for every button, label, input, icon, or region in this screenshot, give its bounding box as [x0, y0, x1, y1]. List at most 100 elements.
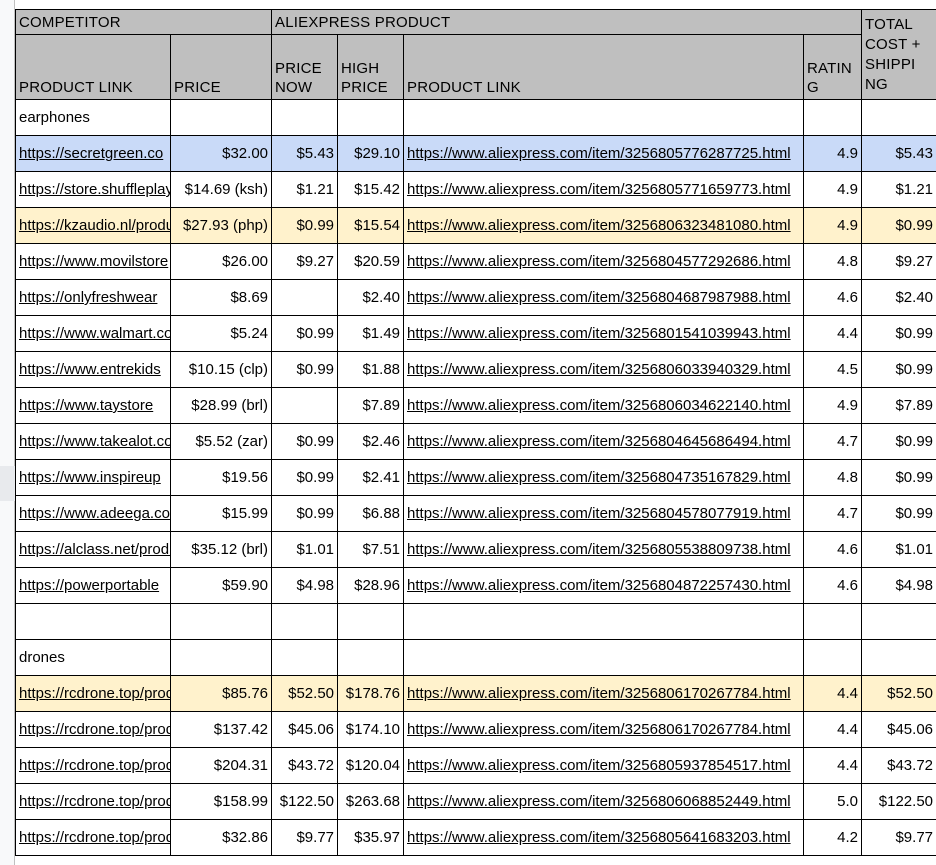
rating-cell[interactable]: 4.6	[803, 567, 863, 604]
rating-cell[interactable]: 4.9	[803, 171, 863, 208]
total-cost-cell[interactable]: $2.40	[861, 279, 936, 316]
rating-cell[interactable]: 4.6	[803, 531, 863, 568]
total-cost-cell[interactable]: $9.77	[861, 819, 936, 856]
total-cost-cell[interactable]: $5.43	[861, 135, 936, 172]
aliexpress-link-cell[interactable]: https://www.aliexpress.com/item/32568046…	[403, 423, 805, 460]
competitor-link-cell[interactable]: https://rcdrone.top/products	[15, 783, 171, 820]
aliexpress-link-cell[interactable]: https://www.aliexpress.com/item/32568061…	[403, 675, 805, 712]
section-label-drones[interactable]: drones	[15, 639, 171, 676]
price-now-cell[interactable]: $0.99	[271, 423, 339, 460]
high-price-cell[interactable]: $15.42	[337, 171, 405, 208]
price-now-cell[interactable]: $1.21	[271, 171, 339, 208]
aliexpress-link-cell[interactable]: https://www.aliexpress.com/item/32568048…	[403, 567, 805, 604]
competitor-link-cell[interactable]: https://rcdrone.top/products	[15, 747, 171, 784]
competitor-price-cell[interactable]: $8.69	[169, 279, 273, 316]
aliexpress-link-cell[interactable]: https://www.aliexpress.com/item/32568015…	[403, 315, 805, 352]
price-now-cell[interactable]: $5.43	[271, 135, 339, 172]
aliexpress-link-cell[interactable]: https://www.aliexpress.com/item/32568059…	[403, 747, 805, 784]
price-now-cell[interactable]	[271, 387, 339, 424]
competitor-link-header[interactable]: PRODUCT LINK	[15, 34, 171, 100]
total-cost-cell[interactable]: $1.21	[861, 171, 936, 208]
competitor-price-cell[interactable]: $26.00	[169, 243, 273, 280]
competitor-link-cell[interactable]: https://www.taystore	[15, 387, 171, 424]
high-price-cell[interactable]: $1.88	[337, 351, 405, 388]
empty-cell[interactable]	[169, 99, 273, 136]
high-price-cell[interactable]: $2.41	[337, 459, 405, 496]
price-now-cell[interactable]: $9.77	[271, 819, 339, 856]
rating-cell[interactable]: 4.8	[803, 243, 863, 280]
competitor-price-cell[interactable]: $14.69 (ksh)	[169, 171, 273, 208]
competitor-price-cell[interactable]: $27.93 (php)	[169, 207, 273, 244]
empty-cell[interactable]	[403, 99, 805, 136]
competitor-price-cell[interactable]: $32.86	[169, 819, 273, 856]
empty-cell[interactable]	[337, 99, 405, 136]
total-cost-cell[interactable]: $0.99	[861, 459, 936, 496]
competitor-link-cell[interactable]: https://www.entrekids	[15, 351, 171, 388]
competitor-price-cell[interactable]: $137.42	[169, 711, 273, 748]
empty-cell[interactable]	[337, 639, 405, 676]
high-price-header[interactable]: HIGH PRICE	[337, 34, 405, 100]
price-now-cell[interactable]: $1.01	[271, 531, 339, 568]
rating-cell[interactable]: 4.5	[803, 351, 863, 388]
total-cost-cell[interactable]: $4.98	[861, 567, 936, 604]
rating-cell[interactable]: 4.4	[803, 315, 863, 352]
rating-cell[interactable]: 4.9	[803, 387, 863, 424]
competitor-price-header[interactable]: PRICE	[169, 34, 273, 100]
total-cost-cell[interactable]: $52.50	[861, 675, 936, 712]
high-price-cell[interactable]: $28.96	[337, 567, 405, 604]
price-now-cell[interactable]: $122.50	[271, 783, 339, 820]
competitor-link-cell[interactable]: https://rcdrone.top/products	[15, 675, 171, 712]
aliexpress-link-cell[interactable]: https://www.aliexpress.com/item/32568057…	[403, 135, 805, 172]
competitor-price-cell[interactable]: $85.76	[169, 675, 273, 712]
rating-cell[interactable]: 4.4	[803, 675, 863, 712]
high-price-cell[interactable]: $2.40	[337, 279, 405, 316]
competitor-link-cell[interactable]: https://rcdrone.top/products	[15, 711, 171, 748]
total-cost-cell[interactable]: $0.99	[861, 495, 936, 532]
total-cost-cell[interactable]: $0.99	[861, 423, 936, 460]
empty-cell[interactable]	[271, 603, 339, 640]
total-cost-cell[interactable]: $1.01	[861, 531, 936, 568]
section-label-earphones[interactable]: earphones	[15, 99, 171, 136]
high-price-cell[interactable]: $35.97	[337, 819, 405, 856]
empty-cell[interactable]	[803, 603, 863, 640]
price-now-cell[interactable]: $9.27	[271, 243, 339, 280]
empty-cell[interactable]	[861, 639, 936, 676]
price-now-cell[interactable]: $4.98	[271, 567, 339, 604]
empty-cell[interactable]	[169, 639, 273, 676]
competitor-price-cell[interactable]: $32.00	[169, 135, 273, 172]
price-now-cell[interactable]: $0.99	[271, 351, 339, 388]
price-now-cell[interactable]: $0.99	[271, 459, 339, 496]
total-cost-cell[interactable]: $43.72	[861, 747, 936, 784]
high-price-cell[interactable]: $7.89	[337, 387, 405, 424]
total-cost-cell[interactable]: $122.50	[861, 783, 936, 820]
empty-cell[interactable]	[403, 603, 805, 640]
competitor-link-cell[interactable]: https://www.movilstore	[15, 243, 171, 280]
high-price-cell[interactable]: $178.76	[337, 675, 405, 712]
rating-cell[interactable]: 4.9	[803, 207, 863, 244]
total-cost-cell[interactable]: $0.99	[861, 207, 936, 244]
competitor-link-cell[interactable]: https://alclass.net/products	[15, 531, 171, 568]
empty-cell[interactable]	[337, 603, 405, 640]
price-now-cell[interactable]: $0.99	[271, 315, 339, 352]
total-cost-cell[interactable]: $0.99	[861, 351, 936, 388]
high-price-cell[interactable]: $174.10	[337, 711, 405, 748]
high-price-cell[interactable]: $1.49	[337, 315, 405, 352]
aliexpress-link-cell[interactable]: https://www.aliexpress.com/item/32568063…	[403, 207, 805, 244]
total-cost-cell[interactable]: $7.89	[861, 387, 936, 424]
competitor-price-cell[interactable]: $35.12 (brl)	[169, 531, 273, 568]
rating-cell[interactable]: 4.9	[803, 135, 863, 172]
empty-cell[interactable]	[861, 99, 936, 136]
high-price-cell[interactable]: $263.68	[337, 783, 405, 820]
competitor-link-cell[interactable]: https://store.shuffleplay	[15, 171, 171, 208]
competitor-price-cell[interactable]: $158.99	[169, 783, 273, 820]
rating-cell[interactable]: 4.8	[803, 459, 863, 496]
competitor-link-cell[interactable]: https://powerportable	[15, 567, 171, 604]
aliexpress-link-cell[interactable]: https://www.aliexpress.com/item/32568057…	[403, 171, 805, 208]
aliexpress-link-cell[interactable]: https://www.aliexpress.com/item/32568060…	[403, 783, 805, 820]
total-cost-cell[interactable]: $9.27	[861, 243, 936, 280]
competitor-price-cell[interactable]: $204.31	[169, 747, 273, 784]
aliexpress-link-cell[interactable]: https://www.aliexpress.com/item/32568056…	[403, 819, 805, 856]
total-cost-cell[interactable]: $45.06	[861, 711, 936, 748]
competitor-price-cell[interactable]: $5.24	[169, 315, 273, 352]
price-now-cell[interactable]: $0.99	[271, 207, 339, 244]
